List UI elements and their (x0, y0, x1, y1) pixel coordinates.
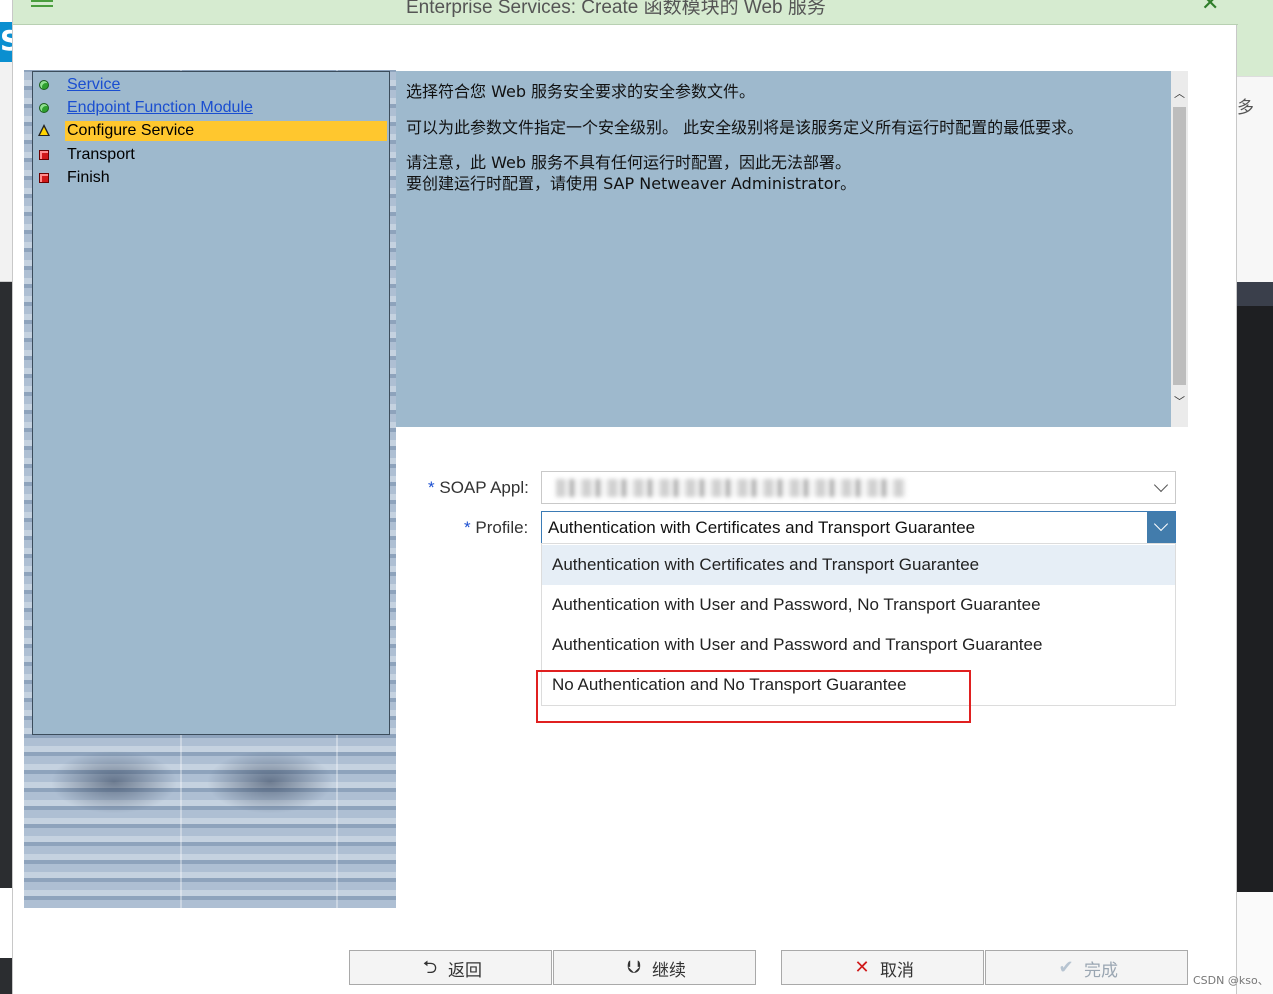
profile-option[interactable]: Authentication with User and Password, N… (542, 585, 1175, 625)
info-panel-scrollbar[interactable]: ︿ ﹀ (1171, 71, 1188, 427)
background-editor-area (0, 282, 12, 888)
warning-triangle-icon (38, 124, 50, 136)
watermark-text: CSDN @kso、 (1193, 974, 1269, 987)
scroll-down-icon[interactable]: ﹀ (1172, 393, 1187, 409)
wizard-step-label[interactable]: Endpoint Function Module (67, 97, 253, 119)
info-text-line: 可以为此参数文件指定一个安全级别。 此安全级别将是该服务定义所有运行时配置的最低… (406, 118, 1084, 137)
scroll-up-icon[interactable]: ︿ (1172, 85, 1187, 101)
wizard-step-label: Configure Service (67, 122, 195, 139)
wizard-step-label: Finish (67, 169, 110, 186)
cancel-x-icon: ✕ (854, 957, 870, 978)
checkmark-icon: ✔ (1058, 957, 1074, 978)
dialog-title: Enterprise Services: Create 函数模块的 Web 服务 (406, 0, 826, 18)
profile-select-value: Authentication with Certificates and Tra… (548, 518, 976, 537)
annotation-highlight-box (536, 670, 971, 723)
close-icon[interactable]: ✕ (1201, 0, 1219, 16)
profile-label: * Profile: (464, 518, 529, 537)
wizard-step-endpoint-function-module[interactable]: Endpoint Function Module (33, 97, 389, 119)
profile-option[interactable]: Authentication with User and Password an… (542, 625, 1175, 665)
scrollbar-thumb[interactable] (1173, 107, 1186, 385)
dialog-titlebar: Enterprise Services: Create 函数模块的 Web 服务… (13, 0, 1238, 25)
back-arrow-icon: ⮌ (422, 957, 438, 978)
hamburger-menu-icon[interactable] (31, 0, 53, 10)
complete-button[interactable]: ✔ 完成 (985, 950, 1188, 985)
background-app-toolbar: 多 (1237, 76, 1273, 282)
wizard-step-finish: Finish (33, 167, 389, 189)
wizard-step-label[interactable]: Service (67, 74, 120, 96)
soap-application-label: * SOAP Appl: (428, 478, 529, 497)
wizard-step-service[interactable]: Service (33, 74, 389, 96)
info-text-panel: 选择符合您 Web 服务安全要求的安全参数文件。 可以为此参数文件指定一个安全级… (396, 71, 1171, 427)
background-app-header (1237, 0, 1273, 76)
red-square-icon (39, 150, 49, 160)
background-more-menu[interactable]: 多 (1237, 93, 1254, 118)
soap-application-select[interactable] (541, 471, 1176, 504)
info-text-line: 选择符合您 Web 服务安全要求的安全参数文件。 (406, 82, 756, 101)
info-text-line: 要创建运行时配置，请使用 SAP Netweaver Administrator… (406, 174, 857, 193)
background-app-panel (0, 62, 12, 282)
background-editor-area (0, 958, 12, 994)
background-app-logo: S (0, 22, 20, 62)
continue-arrow-icon: ⮋ (627, 957, 641, 978)
back-button[interactable]: ⮌ 返回 (349, 950, 552, 985)
chevron-down-icon[interactable] (1153, 477, 1169, 493)
cancel-button[interactable]: ✕ 取消 (781, 950, 984, 985)
profile-select[interactable]: Authentication with Certificates and Tra… (541, 511, 1176, 544)
profile-option[interactable]: Authentication with Certificates and Tra… (542, 545, 1175, 585)
wizard-step-list: Service Endpoint Function Module Configu… (32, 71, 390, 735)
profile-dropdown-button[interactable] (1147, 512, 1175, 543)
chevron-down-icon (1153, 516, 1169, 532)
wizard-step-label: Transport (67, 146, 135, 163)
red-square-icon (39, 173, 49, 183)
green-dot-icon (39, 103, 49, 113)
background-editor-area (1237, 306, 1273, 892)
continue-button[interactable]: ⮋ 继续 (553, 950, 756, 985)
wizard-step-transport: Transport (33, 144, 389, 166)
redacted-value (556, 479, 906, 497)
green-dot-icon (39, 80, 49, 90)
wizard-step-configure-service: Configure Service (33, 120, 389, 142)
background-editor-tabbar (1237, 282, 1273, 306)
